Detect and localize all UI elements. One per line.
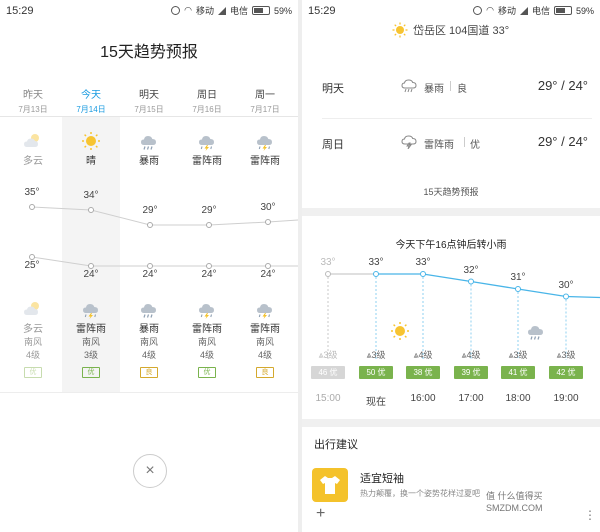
hour-temp-label: 31° [510, 272, 526, 283]
advice-item-title: 适宜短袖 [360, 473, 404, 485]
hour-time: 16:00 [410, 393, 436, 404]
high-temp-point [265, 219, 271, 225]
hour-aqi-badge: 38 优 [406, 366, 440, 379]
weather-home-screen: 15:29 ◠ 移动 电信 59% 岱岳区 104国道 33° 明天 暴雨 良 … [302, 0, 600, 532]
close-icon: × [145, 462, 155, 479]
high-temp-line [31, 206, 298, 226]
hour-temp-point [420, 271, 426, 277]
hour-wind: ⩓3级 [308, 348, 348, 361]
hour-wind-level: 4级 [418, 350, 433, 360]
hour-wind: ⩓3级 [498, 348, 538, 361]
advice-title: 出行建议 [314, 439, 358, 451]
hour-aqi-badge: 39 优 [454, 366, 488, 379]
hour-wind: ⩓3级 [546, 348, 586, 361]
low-temp-point [206, 263, 212, 269]
hour-temp-label: 32° [463, 264, 479, 276]
high-temp-point [29, 204, 35, 210]
low-temp-point [265, 263, 271, 269]
hour-wind-level: 3级 [323, 350, 338, 360]
temp-trend-chart [29, 204, 298, 269]
hour-wind-level: 3级 [513, 350, 528, 360]
low-temp-point [29, 254, 35, 260]
high-temp-point [88, 207, 94, 213]
hour-aqi-badge: 50 优 [359, 366, 393, 379]
hour-temp-label: 33° [320, 257, 336, 268]
hour-time: 18:00 [505, 393, 531, 404]
sun-icon [390, 321, 410, 346]
hour-time: 现在 [366, 397, 386, 408]
more-icon[interactable]: ⋮ [584, 508, 596, 522]
hour-temp-point [515, 286, 521, 292]
hour-wind: ⩓3级 [356, 348, 396, 361]
hour-wind-level: 3级 [561, 350, 576, 360]
hour-time: 15:00 [315, 393, 341, 404]
high-temp-point [206, 222, 212, 228]
hour-aqi-badge: 42 优 [549, 366, 583, 379]
hour-temp-point [563, 293, 569, 300]
hour-wind: ⩓4级 [451, 348, 491, 361]
add-city-button[interactable]: + [316, 505, 325, 523]
hour-wind: ⩓4级 [403, 348, 443, 361]
hour-temp-label: 30° [558, 279, 574, 291]
hour-wind-level: 3级 [371, 350, 386, 360]
hour-temp-label: 33° [415, 257, 431, 268]
high-temp-point [147, 222, 153, 228]
hour-temp-point [468, 278, 474, 285]
low-temp-point [88, 263, 94, 269]
section-divider [302, 419, 600, 427]
hour-time: 19:00 [553, 393, 579, 404]
hour-temp-point [325, 271, 331, 277]
low-temp-point [147, 263, 153, 269]
low-temp-line [31, 256, 298, 267]
hour-aqi-badge: 46 优 [311, 366, 345, 379]
hour-aqi-badge: 41 优 [501, 366, 535, 379]
watermark: 值 什么值得买 SMZDM.COM [482, 486, 598, 526]
plus-icon: + [316, 505, 326, 522]
advice-item-desc: 热力颠覆，换一个姿势花样过夏吧 [360, 489, 480, 498]
hour-temp-point [373, 271, 379, 277]
close-button[interactable]: × [133, 454, 167, 488]
hour-temp-label: 33° [368, 257, 384, 268]
hour-time: 17:00 [458, 393, 484, 404]
tshirt-icon [312, 468, 348, 502]
forecast-15day-screen: 15:29 ◠ 移动 电信 59% 15天趋势预报 昨天 7月13日 多云 35… [0, 0, 298, 532]
hour-wind-level: 4级 [466, 350, 481, 360]
heavy-rain-icon [526, 321, 546, 346]
